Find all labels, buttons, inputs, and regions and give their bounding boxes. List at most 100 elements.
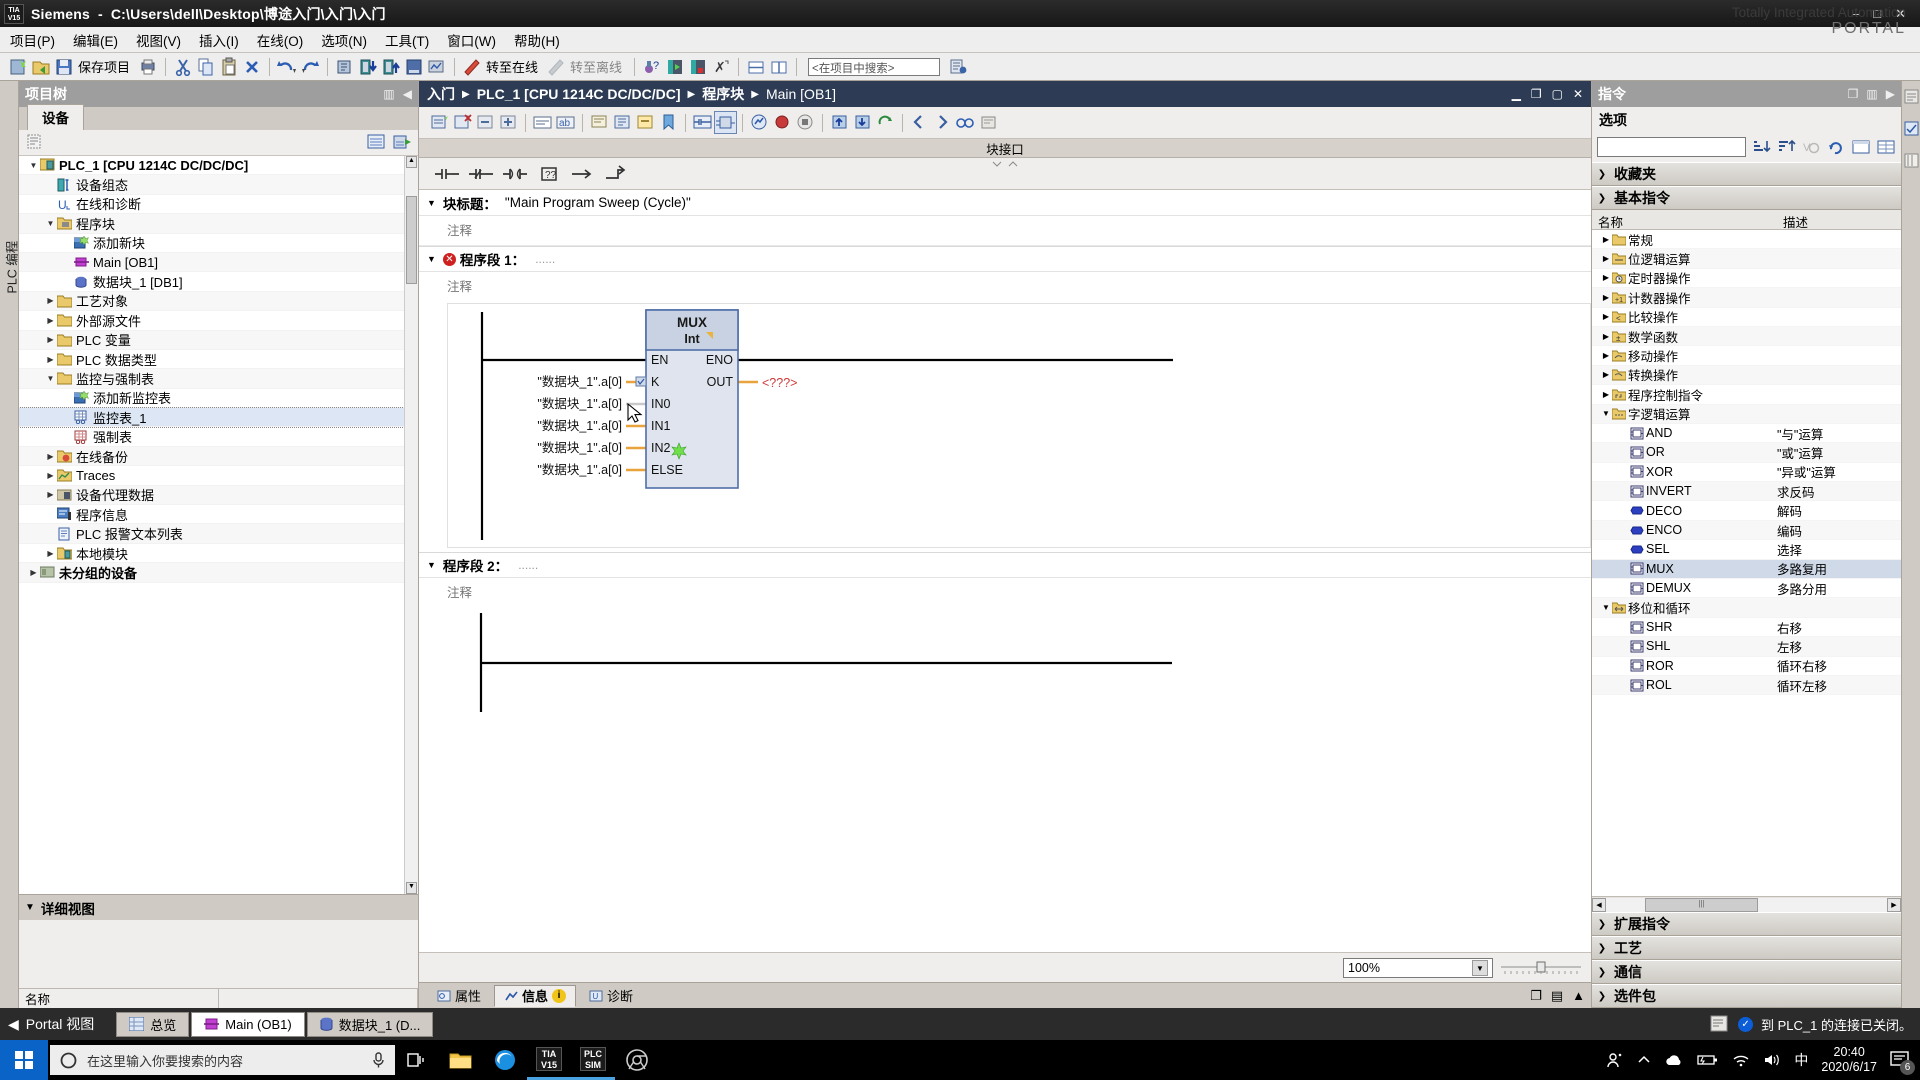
- tree-item-14[interactable]: 强制表: [19, 427, 418, 447]
- goto-previous-error-icon[interactable]: [909, 112, 930, 133]
- upload-block-icon[interactable]: [829, 112, 850, 133]
- libraries-strip-icon[interactable]: [1904, 153, 1919, 171]
- tree-item-12[interactable]: 添加新监控表: [19, 389, 418, 409]
- menu-item-project[interactable]: 项目(P): [10, 30, 55, 50]
- paste-icon[interactable]: [219, 57, 239, 77]
- start-simulation-icon[interactable]: [404, 57, 424, 77]
- instruction-row-20[interactable]: SHR 右移: [1592, 618, 1901, 638]
- scroll-left-arrow[interactable]: ◀: [1592, 897, 1606, 912]
- help-diagnostics-icon[interactable]: ?: [642, 57, 662, 77]
- tree-item-0[interactable]: ▼ PLC_1 [CPU 1214C DC/DC/DC]: [19, 156, 418, 176]
- chevron-down-icon[interactable]: ▼: [1472, 959, 1488, 976]
- start-cpu-icon[interactable]: [665, 57, 685, 77]
- hscroll-track[interactable]: |||: [1606, 897, 1887, 912]
- table-view-icon[interactable]: [1876, 137, 1896, 157]
- network-1-body[interactable]: MUX Int EN ENO K OUT IN0 IN1 IN2 ELSE <?…: [447, 303, 1591, 548]
- portal-tab-overview[interactable]: 总览: [116, 1011, 190, 1037]
- update-versions-icon[interactable]: [1826, 137, 1846, 157]
- network-2-chevron-icon[interactable]: ▼: [427, 560, 436, 570]
- editor-close-icon[interactable]: ✕: [1573, 87, 1583, 101]
- insert-network-icon[interactable]: [429, 112, 450, 133]
- sync-block-icon[interactable]: [875, 112, 896, 133]
- tab-properties[interactable]: 属性: [427, 985, 491, 1007]
- instruction-expand-arrow[interactable]: ▶: [1600, 254, 1612, 263]
- editor-minimize-icon[interactable]: ▁: [1512, 87, 1521, 101]
- tab-devices[interactable]: 设备: [27, 104, 84, 130]
- plc-programming-strip-label[interactable]: PLC 编程: [2, 228, 21, 294]
- branch-open-icon[interactable]: [569, 164, 597, 184]
- tree-expand-arrow[interactable]: ▶: [44, 549, 57, 558]
- show-hidden-icons-icon[interactable]: [1637, 1053, 1651, 1067]
- block-interface-bar[interactable]: 块接口: [419, 139, 1591, 167]
- people-icon[interactable]: [1606, 1051, 1624, 1069]
- tree-item-19[interactable]: PLC 报警文本列表: [19, 524, 418, 544]
- coil-icon[interactable]: [501, 164, 529, 184]
- instruction-row-7[interactable]: ▶ 转换操作: [1592, 365, 1901, 386]
- list-panel-icon[interactable]: ▤: [1551, 988, 1563, 1004]
- testing-strip-icon[interactable]: [1904, 89, 1919, 107]
- breadcrumb-plc[interactable]: PLC_1 [CPU 1214C DC/DC/DC]: [477, 86, 681, 102]
- symbolic-names-icon[interactable]: ab: [555, 112, 576, 133]
- editor-maximize-icon[interactable]: ▢: [1552, 87, 1563, 101]
- taskbar-search-box[interactable]: 在这里输入你要搜索的内容: [50, 1045, 395, 1075]
- instructions-list[interactable]: ▶ 常规 ▶ 位逻辑运算 ▶ 定时器操作 ▶ +1 计数器操作 ▶ < 比较操作 ▶ ± 数学函数 ▶ 移动操作…: [1592, 230, 1901, 896]
- instruction-row-6[interactable]: ▶ 移动操作: [1592, 346, 1901, 366]
- block-interface-splitter[interactable]: [990, 156, 1020, 167]
- open-project-icon[interactable]: [31, 57, 51, 77]
- tree-item-3[interactable]: ▼ 程序块: [19, 214, 418, 234]
- ime-indicator[interactable]: 中: [1794, 1050, 1808, 1070]
- portal-view-button[interactable]: ◀ Portal 视图: [8, 1014, 94, 1034]
- online-status-icon[interactable]: [955, 112, 976, 133]
- tree-item-11[interactable]: ▼ 监控与强制表: [19, 369, 418, 389]
- menu-item-help[interactable]: 帮助(H): [514, 30, 560, 50]
- chevron-right-icon[interactable]: ❯: [1596, 967, 1608, 978]
- network-1-label[interactable]: 程序段 1：: [460, 249, 525, 269]
- instruction-expand-arrow[interactable]: ▶: [1600, 370, 1612, 379]
- instruction-row-10[interactable]: AND "与"运算: [1592, 424, 1901, 444]
- menu-item-online[interactable]: 在线(O): [257, 30, 304, 50]
- narrow-panel-icon[interactable]: ▥: [383, 87, 394, 101]
- fold-network-icon[interactable]: [612, 112, 633, 133]
- tree-expand-arrow[interactable]: ▶: [44, 296, 57, 305]
- instruction-expand-arrow[interactable]: ▼: [1600, 409, 1612, 418]
- tree-item-1[interactable]: 设备组态: [19, 175, 418, 195]
- instruction-row-8[interactable]: ▶ 程序控制指令: [1592, 385, 1901, 405]
- onedrive-icon[interactable]: [1664, 1053, 1684, 1067]
- no-contact-icon[interactable]: [433, 164, 461, 184]
- tia-portal-v15-icon[interactable]: TIA V15: [527, 1040, 571, 1080]
- network-1-title-dots[interactable]: ......: [535, 252, 555, 266]
- instruction-row-14[interactable]: DECO 解码: [1592, 501, 1901, 521]
- view-fbd-icon[interactable]: [714, 111, 737, 134]
- tasks-strip-icon[interactable]: [1904, 121, 1919, 139]
- float-panel-icon[interactable]: ❐: [1530, 988, 1542, 1004]
- expand-panel-icon[interactable]: ▲: [1572, 988, 1585, 1004]
- instruction-row-12[interactable]: XOR "异或"运算: [1592, 463, 1901, 483]
- scroll-right-arrow[interactable]: ▶: [1887, 897, 1901, 912]
- section-technology[interactable]: ❯ 工艺: [1592, 936, 1901, 960]
- tree-item-8[interactable]: ▶ 外部源文件: [19, 311, 418, 331]
- instruction-row-15[interactable]: ENCO 编码: [1592, 520, 1901, 541]
- collapse-panel-icon[interactable]: ▶: [1886, 87, 1895, 101]
- instruction-row-23[interactable]: ROL 循环左移: [1592, 675, 1901, 696]
- delete-network-icon[interactable]: [452, 112, 473, 133]
- nc-contact-icon[interactable]: [467, 164, 495, 184]
- sort-descending-icon[interactable]: [1751, 137, 1771, 157]
- search-in-project-icon[interactable]: [949, 57, 969, 77]
- volume-icon[interactable]: [1763, 1053, 1781, 1067]
- tree-item-15[interactable]: ▶ 在线备份: [19, 446, 418, 467]
- portal-tab-db1[interactable]: 数据块_1 (D...: [306, 1011, 434, 1037]
- download-block-icon[interactable]: [852, 112, 873, 133]
- tree-expand-arrow[interactable]: ▼: [44, 374, 57, 383]
- stop-cpu-icon[interactable]: [688, 57, 708, 77]
- wifi-icon[interactable]: [1732, 1053, 1750, 1067]
- highlight-icon[interactable]: [635, 112, 656, 133]
- menu-item-options[interactable]: 选项(N): [321, 30, 367, 50]
- instruction-row-2[interactable]: ▶ 定时器操作: [1592, 269, 1901, 289]
- chevron-right-icon[interactable]: ❯: [1596, 169, 1608, 180]
- menu-item-view[interactable]: 视图(V): [136, 30, 181, 50]
- instruction-row-21[interactable]: SHL 左移: [1592, 637, 1901, 657]
- tab-info[interactable]: 信息 i: [494, 984, 577, 1007]
- instruction-row-16[interactable]: SEL 选择: [1592, 540, 1901, 560]
- cut-icon[interactable]: [173, 57, 193, 77]
- network-2-title-dots[interactable]: ......: [518, 558, 538, 572]
